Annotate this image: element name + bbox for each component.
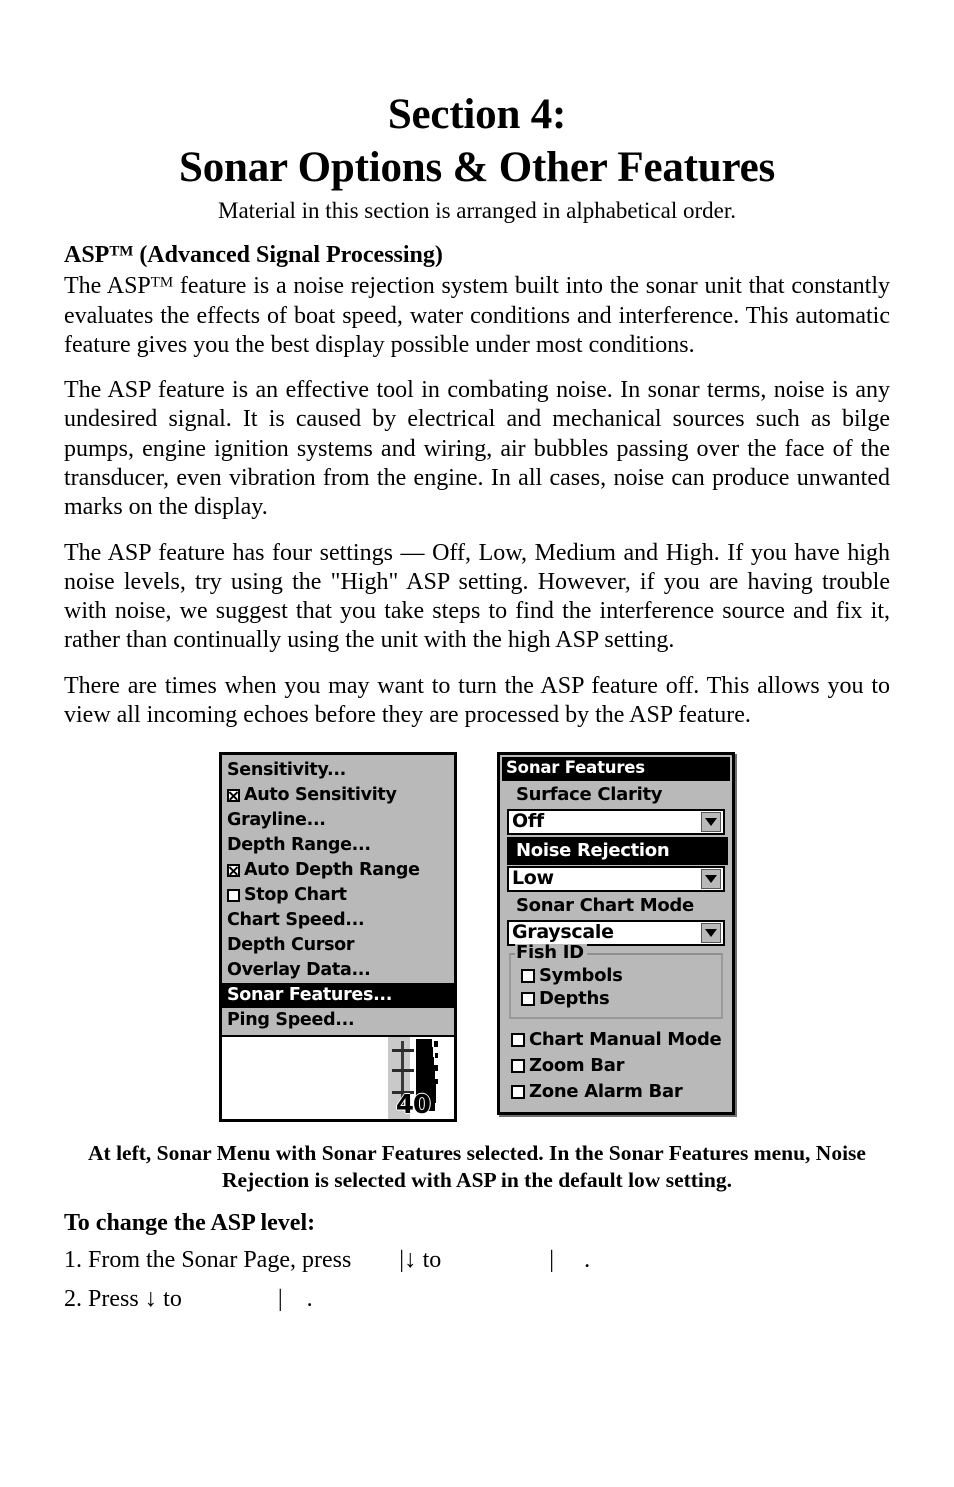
menu-item-label: Sensitivity... — [227, 759, 347, 780]
trademark-symbol: TM — [150, 274, 174, 291]
section-subtitle: Material in this section is arranged in … — [218, 198, 736, 224]
paragraph-4: There are times when you may want to tur… — [64, 672, 890, 728]
figure-caption-line-1: At left, Sonar Menu with Sonar Features … — [88, 1141, 749, 1166]
checkbox-label: Zone Alarm Bar — [529, 1080, 683, 1102]
menu-item-label: Grayline... — [227, 809, 326, 830]
topic-heading-rest: (Advanced Signal Processing) — [133, 241, 443, 268]
checkbox-row-chart-manual-mode[interactable]: Chart Manual Mode — [506, 1027, 730, 1053]
menu-item-sonar-features[interactable]: Sonar Features... — [222, 983, 454, 1009]
sonar-chart-area: 40 — [222, 1037, 454, 1120]
menu-item-chart-speed[interactable]: Chart Speed... — [222, 908, 454, 933]
menu-item-depth-cursor[interactable]: Depth Cursor — [222, 933, 454, 958]
fish-id-group-label: Fish ID — [515, 943, 587, 962]
checkbox-checked-icon[interactable] — [227, 864, 240, 878]
menu-item-label: Ping Speed... — [227, 1009, 355, 1030]
instruction-step-2: 2. Press ↓ to | . — [64, 1283, 890, 1314]
checkbox-row-zoom-bar[interactable]: Zoom Bar — [506, 1053, 730, 1079]
step-1-lead: 1. From the Sonar Page, press — [64, 1247, 352, 1274]
menu-item-label: Depth Range... — [227, 834, 371, 855]
menu-item-label: Stop Chart — [244, 884, 347, 905]
step-2-gap-2 — [182, 1286, 278, 1312]
extra-options-list: Chart Manual Mode Zoom Bar Zone Alarm Ba… — [502, 1027, 730, 1105]
checkbox-label: Zoom Bar — [529, 1054, 625, 1076]
dropdown-surface-clarity[interactable]: Off — [507, 808, 725, 835]
step-2-gap-3 — [283, 1286, 307, 1312]
menu-item-grayline[interactable]: Grayline... — [222, 808, 454, 833]
checkbox-unchecked-icon[interactable] — [511, 1032, 525, 1047]
field-label-sonar-chart-mode: Sonar Chart Mode — [516, 894, 694, 916]
paragraph-1: The ASPTM feature is a noise rejection s… — [64, 272, 890, 360]
chevron-down-icon[interactable] — [701, 868, 721, 889]
menu-item-label: Overlay Data... — [227, 959, 371, 980]
step-2-lead: 2. Press — [64, 1285, 139, 1312]
arrow-down-icon: ↓ — [404, 1246, 417, 1274]
instruction-step-1: 1. From the Sonar Page, press |↓ to | . — [64, 1244, 890, 1275]
step-1-mid: to — [416, 1247, 442, 1274]
trademark-symbol: TM — [109, 242, 134, 259]
chevron-down-icon[interactable] — [701, 811, 721, 832]
checkbox-label: Depths — [539, 988, 610, 1010]
paragraph-3: The ASP feature has four settings — Off,… — [64, 539, 890, 654]
sonar-depth-reading: 40 — [395, 1090, 431, 1120]
menu-item-overlay-data[interactable]: Overlay Data... — [222, 958, 454, 983]
sonar-features-screenshot: Sonar Features Surface Clarity Off Noise… — [497, 752, 735, 1115]
fish-id-group: Fish ID Symbols Depths — [509, 943, 723, 1019]
menu-item-auto-depth-range[interactable]: Auto Depth Range — [222, 858, 454, 883]
checkbox-row-symbols[interactable]: Symbols — [515, 965, 721, 988]
paragraph-1-post: feature is a noise rejection system buil… — [64, 273, 890, 358]
checkbox-label: Chart Manual Mode — [529, 1028, 722, 1050]
dropdown-noise-rejection[interactable]: Low — [507, 865, 725, 892]
section-number-title: Section 4: — [387, 91, 567, 138]
menu-item-label: Sonar Features... — [227, 984, 393, 1005]
checkbox-unchecked-icon[interactable] — [521, 992, 535, 1007]
field-label-noise-rejection[interactable]: Noise Rejection — [507, 836, 728, 865]
instructions-heading: To change the ASP level: — [64, 1210, 316, 1237]
menu-item-label: Auto Sensitivity — [244, 784, 397, 805]
menu-item-sensitivity[interactable]: Sensitivity... — [222, 758, 454, 783]
arrow-down-icon: ↓ — [144, 1284, 158, 1312]
step-1-gap-1 — [351, 1247, 399, 1273]
sonar-menu-screenshot: Sensitivity... Auto Sensitivity Grayline… — [219, 752, 457, 1123]
checkbox-checked-icon[interactable] — [227, 789, 240, 803]
step-1-gap-3 — [554, 1247, 584, 1273]
checkbox-unchecked-icon[interactable] — [521, 969, 535, 984]
menu-item-label: Depth Cursor — [227, 934, 355, 955]
checkbox-row-depths[interactable]: Depths — [515, 988, 721, 1011]
sonar-features-title-bar: Sonar Features — [502, 757, 730, 781]
checkbox-label: Symbols — [539, 965, 623, 987]
paragraph-2: The ASP feature is an effective tool in … — [64, 377, 890, 521]
dropdown-value: Off — [512, 810, 544, 833]
checkbox-unchecked-icon[interactable] — [227, 889, 240, 903]
menu-item-auto-sensitivity[interactable]: Auto Sensitivity — [222, 783, 454, 808]
document-page: Section 4: Sonar Options & Other Feature… — [0, 0, 954, 1487]
dropdown-value: Grayscale — [512, 921, 614, 944]
dropdown-value: Low — [512, 867, 554, 890]
step-1-gap-2 — [441, 1247, 549, 1273]
topic-heading: ASPTM (Advanced Signal Processing) — [64, 241, 890, 270]
checkbox-unchecked-icon[interactable] — [511, 1058, 525, 1073]
menu-item-label: Chart Speed... — [227, 909, 365, 930]
step-2-end: . — [306, 1285, 313, 1312]
field-label-surface-clarity: Surface Clarity — [516, 783, 663, 805]
figure-sonar-screens: Sensitivity... Auto Sensitivity Grayline… — [64, 752, 890, 1123]
menu-item-ping-speed[interactable]: Ping Speed... — [222, 1008, 454, 1033]
step-1-end: . — [584, 1247, 591, 1274]
figure-caption: At left, Sonar Menu with Sonar Features … — [64, 1140, 890, 1193]
menu-item-label: Auto Depth Range — [244, 859, 420, 880]
topic-heading-main: ASP — [64, 241, 110, 268]
paragraph-1-pre: The ASP — [64, 273, 151, 300]
section-title: Sonar Options & Other Features — [178, 143, 776, 191]
checkbox-unchecked-icon[interactable] — [511, 1084, 525, 1099]
menu-item-stop-chart[interactable]: Stop Chart — [222, 883, 454, 908]
chevron-down-icon[interactable] — [701, 922, 721, 943]
menu-item-depth-range[interactable]: Depth Range... — [222, 833, 454, 858]
sonar-menu-list: Sensitivity... Auto Sensitivity Grayline… — [222, 755, 454, 1038]
checkbox-row-zone-alarm-bar[interactable]: Zone Alarm Bar — [506, 1079, 730, 1105]
page-content: Section 4: Sonar Options & Other Feature… — [64, 92, 890, 1314]
step-2-mid: to — [157, 1285, 182, 1312]
